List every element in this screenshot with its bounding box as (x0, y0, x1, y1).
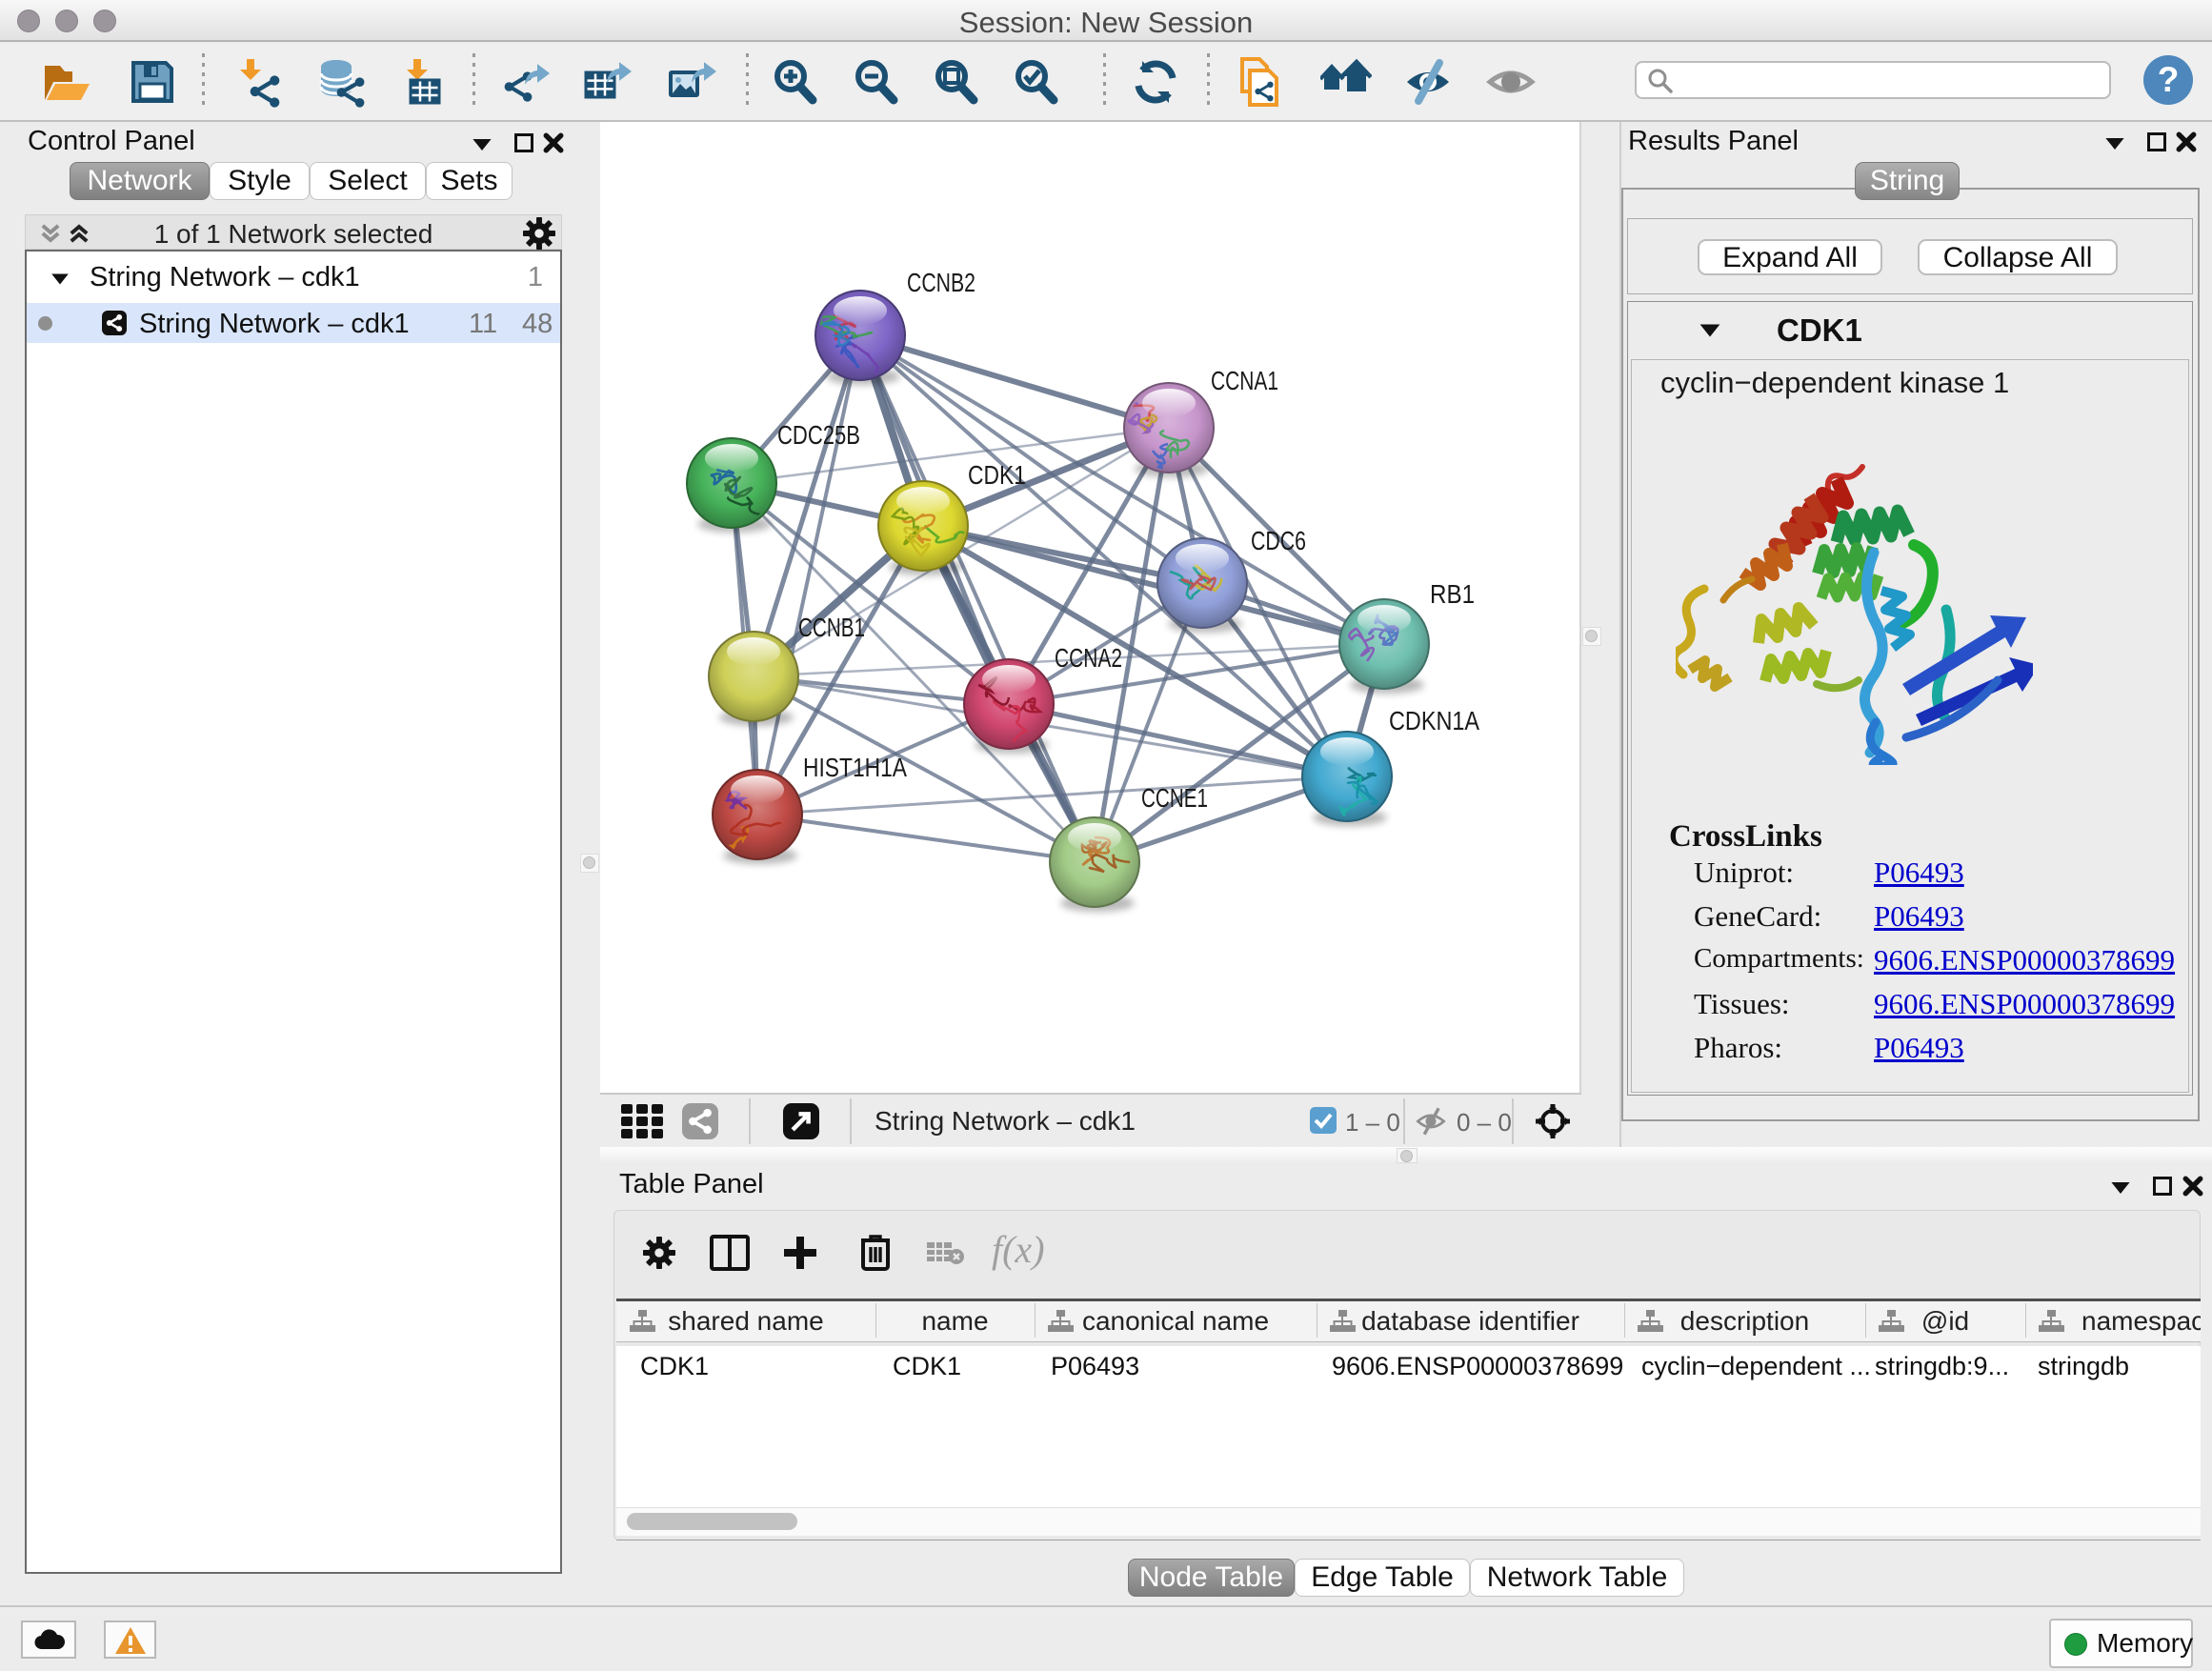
svg-text:CDC6: CDC6 (1251, 526, 1306, 555)
svg-text:HIST1H1A: HIST1H1A (803, 753, 907, 782)
svg-text:CDKN1A: CDKN1A (1389, 706, 1479, 735)
svg-text:RB1: RB1 (1430, 579, 1475, 609)
svg-text:CDK1: CDK1 (968, 460, 1026, 490)
svg-text:CDC25B: CDC25B (777, 420, 860, 450)
svg-text:CCNA2: CCNA2 (1055, 643, 1122, 673)
svg-text:CCNB1: CCNB1 (798, 613, 865, 642)
svg-text:CCNE1: CCNE1 (1141, 783, 1208, 813)
svg-text:CCNB2: CCNB2 (907, 268, 975, 297)
svg-text:CCNA1: CCNA1 (1211, 366, 1278, 395)
